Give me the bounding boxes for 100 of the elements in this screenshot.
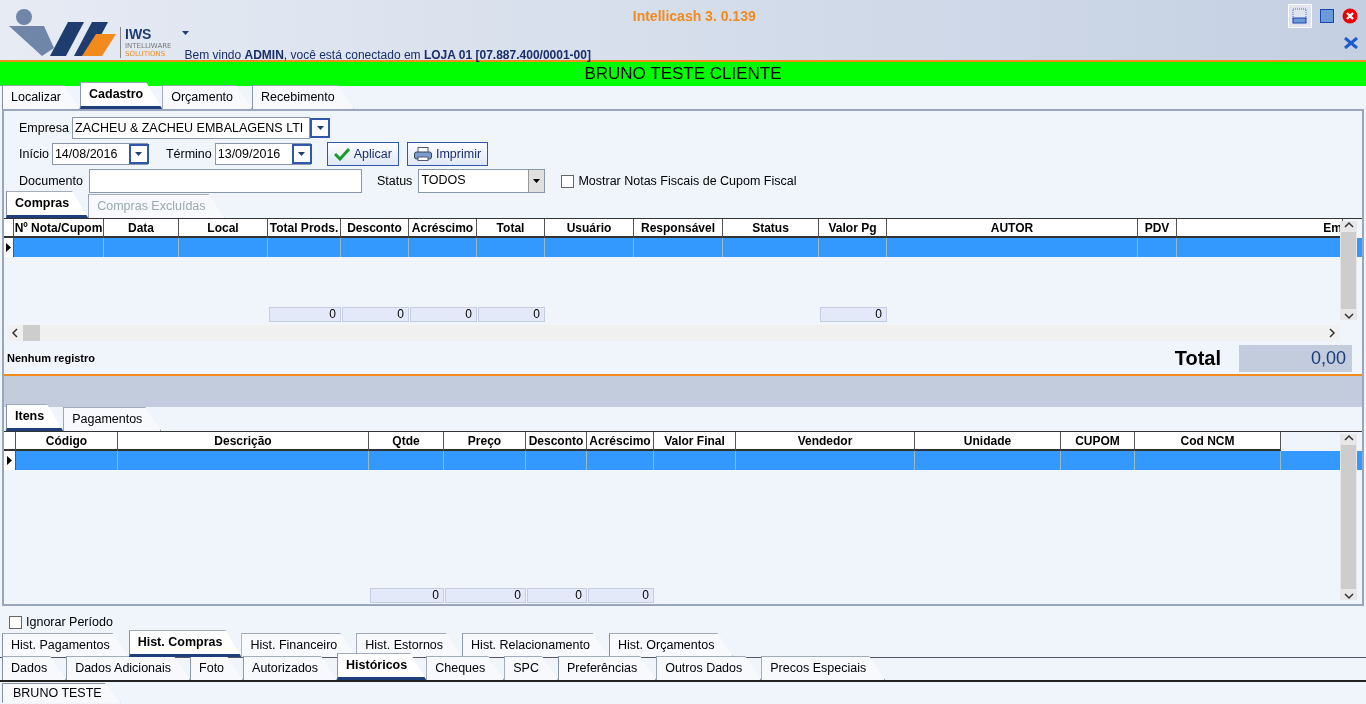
client-banner: BRUNO TESTE CLIENTE [0,62,1366,86]
column-header[interactable]: Total Prods. [268,219,341,238]
tab[interactable]: Dados [2,656,67,680]
apply-button[interactable]: Aplicar [326,142,399,166]
column-header[interactable]: Descrição [118,432,369,451]
tab[interactable]: Autorizados [243,656,338,680]
dropdown-caret-icon[interactable] [181,30,191,36]
close-icon[interactable] [1342,8,1358,24]
column-header[interactable]: Desconto [341,219,409,238]
total-value: 0,00 [1239,344,1352,372]
checkbox[interactable] [9,616,22,629]
corner-header-cell [4,432,16,451]
tab[interactable]: Hist. Orçamentos [608,633,734,657]
scroll-thumb[interactable] [1341,232,1356,309]
tab[interactable]: Compras [6,191,89,218]
column-header[interactable]: Nº Nota/Cupom [14,219,104,238]
tab[interactable]: Hist. Estornos [356,633,463,657]
tab[interactable]: Pagamentos [63,407,162,431]
logo-text: IWS [125,27,153,42]
tab[interactable]: Dados Adicionais [66,656,191,680]
scroll-right-icon[interactable] [1328,328,1336,338]
column-header[interactable]: Data [104,219,179,238]
tab[interactable]: Recebimento [252,85,354,109]
tab: Compras Excluídas [88,194,225,218]
print-button[interactable]: Imprimir [406,142,489,166]
tab[interactable]: Orçamento [162,85,253,109]
column-header[interactable]: Acréscimo [409,219,477,238]
tab[interactable]: Cheques [426,656,505,680]
caret-icon [297,151,307,157]
scroll-left-icon[interactable] [11,328,19,338]
column-header[interactable]: Desconto [526,432,587,451]
column-header[interactable]: PDV [1138,219,1177,238]
scroll-up-icon[interactable] [1343,434,1354,442]
column-header[interactable]: Cod NCM [1135,432,1281,451]
checkbox-label: Mostrar Notas Fiscais de Cupom Fiscal [578,172,797,190]
column-header[interactable]: Unidade [915,432,1061,451]
total-cell: 0 [820,307,887,322]
close-icon[interactable] [1344,37,1358,49]
tab[interactable]: Preferências [557,656,657,680]
field-label: Início [19,145,49,163]
row-pointer-icon [7,456,12,465]
minimize-icon[interactable] [1288,4,1312,28]
check-icon [333,147,350,161]
horizontal-scrollbar[interactable] [7,325,1340,341]
tab[interactable]: Outros Dados [656,656,762,680]
field-label: Documento [19,172,83,190]
caret-icon [134,151,144,157]
tab[interactable]: SPC [504,656,558,680]
dropdown-button[interactable] [291,144,312,164]
dropdown-button[interactable] [128,144,149,164]
column-header[interactable]: Total [477,219,545,238]
status-select[interactable]: TODOS [418,169,546,193]
tab[interactable]: Precos Especiais [761,656,886,680]
total-cell: 0 [588,588,654,603]
column-header[interactable]: Qtde [369,432,444,451]
scroll-thumb[interactable] [1341,445,1356,589]
tab[interactable]: Históricos [337,653,427,680]
tab[interactable]: Localizar [2,85,81,109]
scroll-thumb[interactable] [23,325,40,341]
checkbox-label: Ignorar Período [26,614,113,632]
column-header[interactable]: Valor Final [654,432,736,451]
dropdown-button[interactable] [310,118,331,138]
column-header[interactable]: Vendedor [736,432,915,451]
tab[interactable]: Hist. Relacionamento [462,633,609,657]
welcome-text: Bem vindo ADMIN, você está conectado em LOJA 01 [07.887.400/0001-00] [184,47,592,64]
column-header[interactable]: Responsável [634,219,723,238]
field-label: Término [165,145,212,163]
vertical-scrollbar[interactable] [1340,221,1357,320]
tab[interactable]: Itens [6,404,64,431]
column-header[interactable]: Código [16,432,118,451]
tab[interactable]: Hist. Pagamentos [2,633,129,657]
scroll-down-icon[interactable] [1343,592,1354,600]
total-label: Total [1174,346,1221,371]
tab[interactable]: Hist. Compras [128,630,242,657]
column-header[interactable]: AUTOR [887,219,1138,238]
scroll-up-icon[interactable] [1343,221,1354,229]
maximize-icon[interactable] [1320,9,1334,23]
field-label: Empresa [19,119,70,137]
company-field[interactable]: ZACHEU & ZACHEU EMBALAGENS LTI [72,117,311,139]
total-cell: 0 [410,307,477,322]
tab[interactable]: Foto [190,656,244,680]
column-header[interactable]: Usuário [545,219,634,238]
tab[interactable]: Cadastro [80,82,163,109]
status-tab[interactable]: BRUNO TESTE [2,683,121,703]
vertical-scrollbar[interactable] [1340,434,1357,600]
field-label: Status [376,172,413,190]
column-header[interactable]: Status [723,219,819,238]
column-header[interactable]: CUPOM [1061,432,1135,451]
printer-icon [413,147,432,161]
total-cell: 0 [445,588,526,603]
total-cell: 0 [342,307,409,322]
column-header[interactable]: Acréscimo [587,432,654,451]
corner-header-cell [4,219,14,238]
column-header[interactable]: Preço [444,432,526,451]
checkbox[interactable] [561,174,575,188]
document-field[interactable] [88,169,362,193]
column-header[interactable]: Valor Pg [819,219,887,238]
status-message: Nenhum registro [7,350,95,366]
column-header[interactable]: Local [179,219,268,238]
scroll-down-icon[interactable] [1343,312,1354,320]
